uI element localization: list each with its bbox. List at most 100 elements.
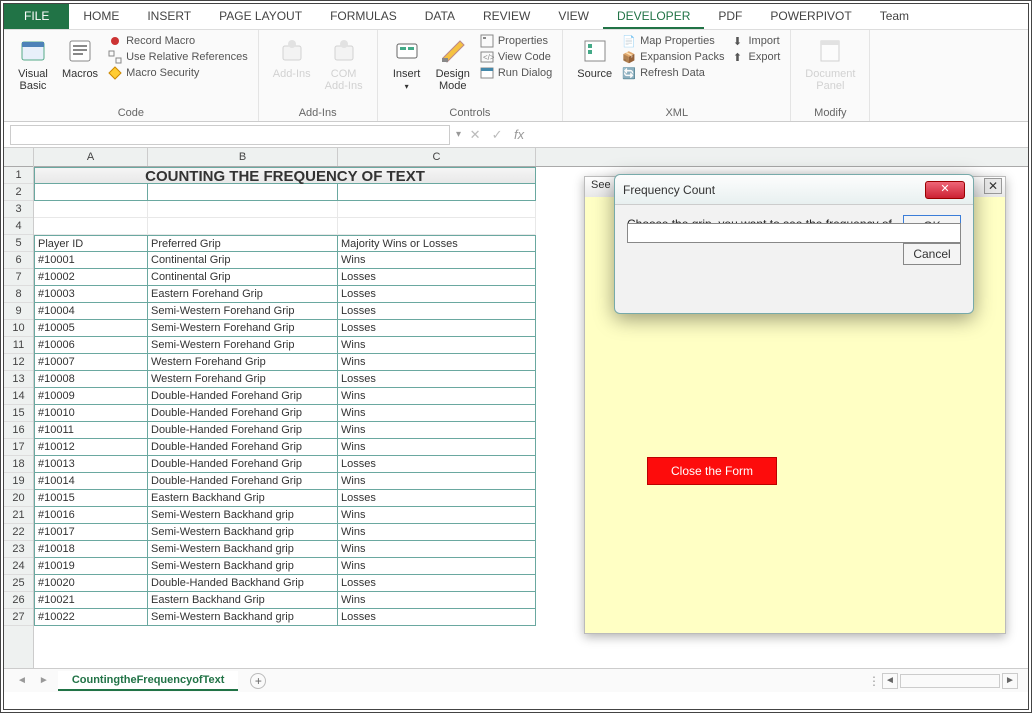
header-preferred-grip[interactable]: Preferred Grip bbox=[148, 235, 338, 252]
design-mode-button[interactable]: Design Mode bbox=[432, 34, 474, 94]
cell-player-id[interactable]: #10006 bbox=[34, 337, 148, 354]
cell-player-id[interactable]: #10002 bbox=[34, 269, 148, 286]
cell-result[interactable]: Wins bbox=[338, 354, 536, 371]
cell-player-id[interactable]: #10020 bbox=[34, 575, 148, 592]
cell-preferred-grip[interactable]: Western Forehand Grip bbox=[148, 354, 338, 371]
cell-result[interactable]: Losses bbox=[338, 371, 536, 388]
cell-player-id[interactable]: #10003 bbox=[34, 286, 148, 303]
cell-preferred-grip[interactable]: Semi-Western Backhand grip bbox=[148, 524, 338, 541]
tab-team[interactable]: Team bbox=[866, 4, 923, 29]
cell-result[interactable]: Losses bbox=[338, 575, 536, 592]
cell-player-id[interactable]: #10011 bbox=[34, 422, 148, 439]
row-header[interactable]: 6 bbox=[4, 252, 33, 269]
tab-split-icon[interactable]: ⋮ bbox=[868, 674, 880, 688]
row-header[interactable]: 13 bbox=[4, 371, 33, 388]
fx-icon[interactable]: fx bbox=[509, 127, 529, 142]
row-header[interactable]: 27 bbox=[4, 609, 33, 626]
cell-player-id[interactable]: #10021 bbox=[34, 592, 148, 609]
user-form-close-icon[interactable]: ✕ bbox=[984, 178, 1002, 194]
use-relative-button[interactable]: Use Relative References bbox=[108, 50, 248, 64]
select-all-triangle[interactable] bbox=[4, 148, 33, 167]
col-header-c[interactable]: C bbox=[338, 148, 536, 166]
row-header[interactable]: 2 bbox=[4, 184, 33, 201]
cell-preferred-grip[interactable]: Double-Handed Forehand Grip bbox=[148, 473, 338, 490]
header-player-id[interactable]: Player ID bbox=[34, 235, 148, 252]
sheet-tab[interactable]: CountingtheFrequencyofText bbox=[58, 671, 239, 691]
cell-preferred-grip[interactable]: Continental Grip bbox=[148, 252, 338, 269]
cell-result[interactable]: Losses bbox=[338, 303, 536, 320]
row-header[interactable]: 7 bbox=[4, 269, 33, 286]
row-header[interactable]: 1 bbox=[4, 167, 33, 184]
macro-security-button[interactable]: Macro Security bbox=[108, 66, 248, 80]
cell-preferred-grip[interactable]: Semi-Western Backhand grip bbox=[148, 609, 338, 626]
cell-preferred-grip[interactable]: Double-Handed Forehand Grip bbox=[148, 405, 338, 422]
row-header[interactable]: 14 bbox=[4, 388, 33, 405]
row-header[interactable]: 23 bbox=[4, 541, 33, 558]
tab-page-layout[interactable]: PAGE LAYOUT bbox=[205, 4, 316, 29]
row-header[interactable]: 8 bbox=[4, 286, 33, 303]
name-box[interactable] bbox=[10, 125, 450, 145]
row-header[interactable]: 16 bbox=[4, 422, 33, 439]
cancel-formula-icon[interactable]: ✕ bbox=[465, 127, 485, 143]
cell-result[interactable]: Wins bbox=[338, 541, 536, 558]
row-header[interactable]: 17 bbox=[4, 439, 33, 456]
cell-result[interactable]: Losses bbox=[338, 456, 536, 473]
row-header[interactable]: 10 bbox=[4, 320, 33, 337]
cell-player-id[interactable]: #10019 bbox=[34, 558, 148, 575]
hscroll-left-icon[interactable]: ◄ bbox=[882, 673, 898, 689]
run-dialog-button[interactable]: Run Dialog bbox=[480, 66, 552, 80]
cell-result[interactable]: Losses bbox=[338, 609, 536, 626]
cell-result[interactable]: Wins bbox=[338, 507, 536, 524]
cell-player-id[interactable]: #10004 bbox=[34, 303, 148, 320]
cell-player-id[interactable]: #10010 bbox=[34, 405, 148, 422]
source-button[interactable]: Source bbox=[573, 34, 616, 82]
row-header[interactable]: 21 bbox=[4, 507, 33, 524]
cell-player-id[interactable]: #10017 bbox=[34, 524, 148, 541]
cell-preferred-grip[interactable]: Semi-Western Backhand grip bbox=[148, 558, 338, 575]
cell-preferred-grip[interactable]: Eastern Backhand Grip bbox=[148, 592, 338, 609]
addins-button[interactable]: Add-Ins bbox=[269, 34, 315, 82]
cell-player-id[interactable]: #10014 bbox=[34, 473, 148, 490]
row-header[interactable]: 11 bbox=[4, 337, 33, 354]
cell-result[interactable]: Wins bbox=[338, 337, 536, 354]
cell-preferred-grip[interactable]: Double-Handed Forehand Grip bbox=[148, 439, 338, 456]
dialog-input[interactable] bbox=[627, 223, 961, 243]
hscroll-bar[interactable] bbox=[900, 674, 1000, 688]
cell-player-id[interactable]: #10015 bbox=[34, 490, 148, 507]
header-majority[interactable]: Majority Wins or Losses bbox=[338, 235, 536, 252]
hscroll-right-icon[interactable]: ► bbox=[1002, 673, 1018, 689]
view-code-button[interactable]: </>View Code bbox=[480, 50, 552, 64]
tab-pdf[interactable]: PDF bbox=[704, 4, 756, 29]
row-header[interactable]: 26 bbox=[4, 592, 33, 609]
cell-preferred-grip[interactable]: Semi-Western Forehand Grip bbox=[148, 303, 338, 320]
row-header[interactable]: 15 bbox=[4, 405, 33, 422]
col-header-b[interactable]: B bbox=[148, 148, 338, 166]
tab-view[interactable]: VIEW bbox=[544, 4, 603, 29]
row-header[interactable]: 4 bbox=[4, 218, 33, 235]
com-addins-button[interactable]: COM Add-Ins bbox=[321, 34, 367, 94]
cell-result[interactable]: Wins bbox=[338, 405, 536, 422]
import-button[interactable]: ⬇Import bbox=[731, 34, 781, 48]
cell-result[interactable]: Wins bbox=[338, 252, 536, 269]
cell-result[interactable]: Wins bbox=[338, 524, 536, 541]
cell-result[interactable]: Losses bbox=[338, 286, 536, 303]
map-properties-button[interactable]: 📄Map Properties bbox=[622, 34, 724, 48]
row-header[interactable]: 22 bbox=[4, 524, 33, 541]
cell-player-id[interactable]: #10001 bbox=[34, 252, 148, 269]
col-header-a[interactable]: A bbox=[34, 148, 148, 166]
cell-player-id[interactable]: #10009 bbox=[34, 388, 148, 405]
add-sheet-button[interactable]: + bbox=[250, 673, 266, 689]
sheet-nav-next-icon[interactable]: ► bbox=[36, 675, 52, 686]
tab-insert[interactable]: INSERT bbox=[133, 4, 205, 29]
cell-preferred-grip[interactable]: Semi-Western Backhand grip bbox=[148, 541, 338, 558]
cell-preferred-grip[interactable]: Double-Handed Forehand Grip bbox=[148, 422, 338, 439]
row-header[interactable]: 20 bbox=[4, 490, 33, 507]
row-header[interactable]: 3 bbox=[4, 201, 33, 218]
cell-preferred-grip[interactable]: Eastern Forehand Grip bbox=[148, 286, 338, 303]
cell-preferred-grip[interactable]: Continental Grip bbox=[148, 269, 338, 286]
cell-player-id[interactable]: #10018 bbox=[34, 541, 148, 558]
cell-player-id[interactable]: #10005 bbox=[34, 320, 148, 337]
row-header[interactable]: 5 bbox=[4, 235, 33, 252]
tab-home[interactable]: HOME bbox=[69, 4, 133, 29]
visual-basic-button[interactable]: Visual Basic bbox=[14, 34, 52, 94]
